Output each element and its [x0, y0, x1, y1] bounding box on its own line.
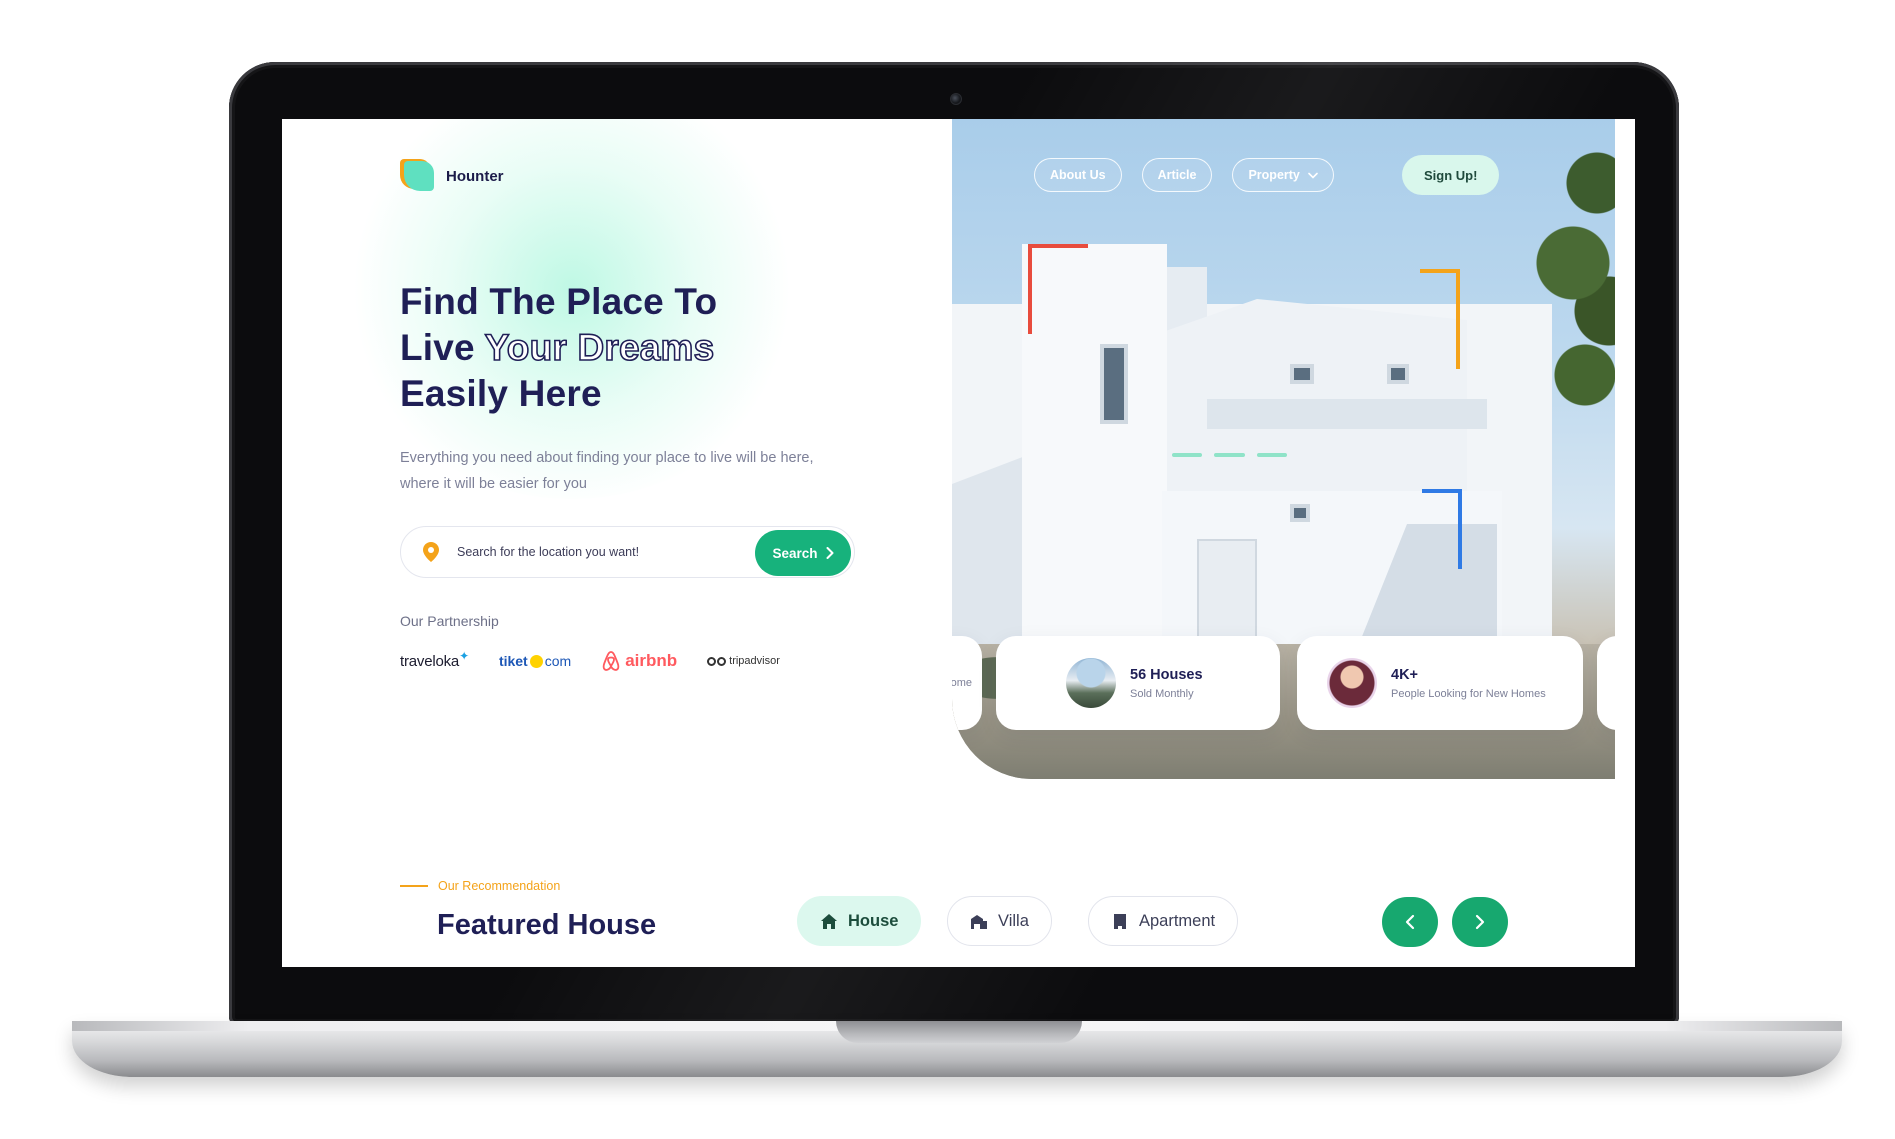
sign-up-button[interactable]: Sign Up!: [1402, 155, 1500, 195]
house-thumbnail: [1066, 658, 1116, 708]
red-corner-accent: [1028, 244, 1088, 334]
logo-mark-icon: [400, 159, 434, 193]
partnership-label: Our Partnership: [400, 613, 499, 629]
villa-icon: [971, 914, 987, 929]
headline-line-2: Live Your Dreams: [400, 325, 717, 371]
orange-corner-accent: [1420, 269, 1460, 369]
search-button[interactable]: Search: [755, 530, 851, 576]
stat-title: 4K+: [1391, 666, 1419, 683]
headline-line-1: Find The Place To: [400, 281, 718, 322]
chevron-right-icon: [826, 547, 834, 559]
top-nav: About Us Article Property: [1034, 158, 1354, 192]
tiket-logo[interactable]: tiket com: [499, 653, 571, 669]
nav-article[interactable]: Article: [1141, 158, 1213, 192]
nav-about-us[interactable]: About Us: [1034, 158, 1122, 192]
hero-image: About Us Article Property Sign Up! ome 5…: [952, 119, 1615, 779]
search-input[interactable]: [457, 545, 747, 559]
nav-property[interactable]: Property: [1232, 158, 1334, 192]
brand-name: Hounter: [446, 167, 504, 185]
chevron-left-icon: [1405, 914, 1415, 930]
carousel-prev-button[interactable]: [1382, 897, 1438, 947]
headline-outline-text: Your Dreams: [484, 326, 715, 369]
carousel-next-button[interactable]: [1452, 897, 1508, 947]
laptop-screen: Hounter Find The Place To Live Your Drea…: [282, 119, 1635, 967]
stat-card-houses-sold[interactable]: 56 Houses Sold Monthly: [996, 636, 1280, 730]
stat-title: 56 Houses: [1130, 666, 1203, 683]
category-tab-villa[interactable]: Villa: [947, 896, 1052, 946]
chevron-down-icon: [1308, 172, 1318, 179]
airbnb-logo[interactable]: airbnb: [601, 650, 677, 672]
location-pin-icon: [421, 541, 441, 563]
airbnb-icon: [602, 651, 620, 671]
headline-live: Live: [400, 327, 475, 368]
blue-corner-accent: [1422, 489, 1462, 569]
stat-subtitle: Sold Monthly: [1130, 687, 1194, 700]
partner-logos: traveloka✦ tiket com airbnb tripadvisor: [400, 649, 780, 672]
headline-line-3: Easily Here: [400, 373, 602, 414]
apartment-icon: [1114, 913, 1126, 929]
traveloka-logo[interactable]: traveloka✦: [400, 649, 469, 670]
carousel-indicator: [1172, 453, 1287, 457]
stat-card-partial-left[interactable]: ome: [952, 636, 982, 730]
stat-subtitle: People Looking for New Homes: [1391, 687, 1546, 700]
home-icon: [821, 913, 837, 929]
featured-house-title: Featured House: [437, 909, 657, 941]
logo[interactable]: Hounter: [400, 159, 504, 193]
tree-decoration: [1525, 119, 1615, 439]
category-tab-house[interactable]: House: [797, 896, 922, 946]
stat-card-partial-right[interactable]: [1597, 636, 1615, 730]
recommendation-eyebrow: Our Recommendation: [400, 879, 560, 893]
stat-card-people-looking[interactable]: 4K+ People Looking for New Homes: [1297, 636, 1583, 730]
avatar: [1327, 658, 1377, 708]
tripadvisor-logo[interactable]: tripadvisor: [707, 655, 780, 667]
webcam-icon: [950, 93, 962, 105]
search-bar: Search: [400, 526, 855, 578]
tripadvisor-owl-icon: [707, 656, 727, 666]
search-button-label: Search: [772, 545, 818, 561]
category-tab-apartment[interactable]: Apartment: [1088, 896, 1239, 946]
laptop-notch: [836, 1021, 1082, 1043]
hero-headline: Find The Place To Live Your Dreams Easil…: [400, 279, 717, 417]
chevron-right-icon: [1475, 914, 1485, 930]
hero-subtitle: Everything you need about finding your p…: [400, 450, 814, 492]
